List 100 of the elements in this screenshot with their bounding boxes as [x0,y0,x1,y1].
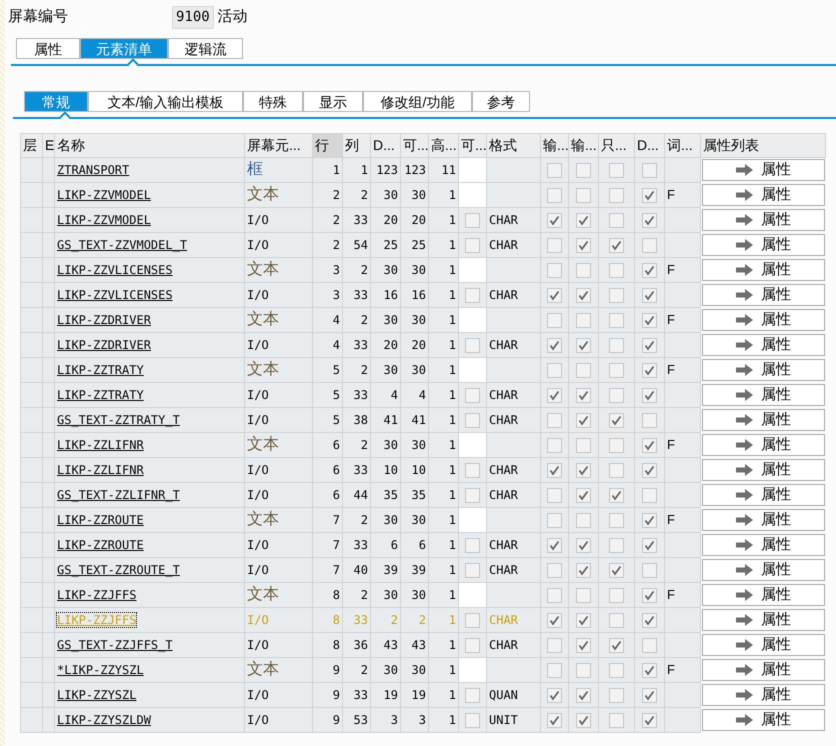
checkbox[interactable] [642,288,657,304]
checkbox[interactable] [547,513,562,528]
checkbox[interactable] [609,163,624,178]
checkbox[interactable] [465,563,480,578]
checkbox[interactable] [576,688,591,704]
attributes-button[interactable]: 属性 [702,409,824,431]
attributes-button[interactable]: 属性 [702,609,824,631]
column-header[interactable]: 屏幕元... [244,134,312,158]
checkbox[interactable] [465,713,480,728]
attributes-button[interactable]: 属性 [702,334,824,356]
checkbox[interactable] [609,488,624,504]
checkbox[interactable] [642,663,657,678]
attributes-button[interactable]: 属性 [702,259,824,281]
checkbox[interactable] [609,663,624,678]
checkbox[interactable] [609,363,624,378]
checkbox[interactable] [576,388,591,404]
column-header[interactable]: E [42,134,54,158]
checkbox[interactable] [609,388,624,404]
checkbox[interactable] [576,463,591,478]
checkbox[interactable] [609,513,624,528]
checkbox[interactable] [576,263,591,278]
checkbox[interactable] [465,238,480,254]
checkbox[interactable] [642,538,657,554]
tab[interactable]: 显示 [303,91,363,112]
checkbox[interactable] [576,513,591,528]
checkbox[interactable] [609,588,624,604]
checkbox[interactable] [547,263,562,278]
tab[interactable]: 修改组/功能 [363,91,472,112]
checkbox[interactable] [547,463,562,478]
column-header[interactable]: 行 [312,134,342,158]
checkbox[interactable] [547,313,562,328]
checkbox[interactable] [547,488,562,504]
checkbox[interactable] [642,638,657,654]
checkbox[interactable] [465,388,480,404]
column-header[interactable]: D... [370,134,400,158]
checkbox[interactable] [609,563,624,578]
checkbox[interactable] [547,538,562,554]
checkbox[interactable] [547,213,562,228]
checkbox[interactable] [609,438,624,454]
checkbox[interactable] [547,563,562,578]
checkbox[interactable] [642,613,657,628]
checkbox[interactable] [576,588,591,604]
column-header[interactable]: 属性列表 [700,134,826,158]
checkbox[interactable] [576,663,591,678]
column-header[interactable]: 只... [598,134,634,158]
attributes-button[interactable]: 属性 [702,284,824,306]
attributes-button[interactable]: 属性 [702,459,824,481]
checkbox[interactable] [465,488,480,504]
checkbox[interactable] [465,688,480,704]
attributes-button[interactable]: 属性 [702,209,824,231]
checkbox[interactable] [609,263,624,278]
checkbox[interactable] [642,238,657,254]
checkbox[interactable] [576,613,591,628]
checkbox[interactable] [642,338,657,354]
attributes-button[interactable]: 属性 [702,184,824,206]
checkbox[interactable] [642,213,657,228]
checkbox[interactable] [465,613,480,628]
checkbox[interactable] [547,588,562,604]
checkbox[interactable] [465,288,480,304]
checkbox[interactable] [547,613,562,628]
checkbox[interactable] [576,288,591,304]
attributes-button[interactable]: 属性 [702,709,824,731]
checkbox[interactable] [576,213,591,228]
tab[interactable]: 常规 [24,91,88,112]
checkbox[interactable] [547,663,562,678]
checkbox[interactable] [609,463,624,478]
checkbox[interactable] [547,188,562,204]
checkbox[interactable] [547,238,562,254]
attributes-button[interactable]: 属性 [702,509,824,531]
checkbox[interactable] [642,363,657,378]
checkbox[interactable] [547,638,562,654]
checkbox[interactable] [576,713,591,728]
column-header[interactable]: 可... [458,134,486,158]
checkbox[interactable] [576,313,591,328]
checkbox[interactable] [547,363,562,378]
column-header[interactable]: 层 [20,134,42,158]
checkbox[interactable] [609,238,624,254]
checkbox[interactable] [609,638,624,654]
tab[interactable]: 参考 [472,91,530,112]
checkbox[interactable] [642,488,657,504]
checkbox[interactable] [642,263,657,278]
checkbox[interactable] [609,688,624,704]
checkbox[interactable] [547,413,562,428]
checkbox[interactable] [547,438,562,454]
column-header[interactable]: 词... [664,134,700,158]
attributes-button[interactable]: 属性 [702,659,824,681]
checkbox[interactable] [642,388,657,404]
checkbox[interactable] [576,538,591,554]
attributes-button[interactable]: 属性 [702,634,824,656]
checkbox[interactable] [576,163,591,178]
checkbox[interactable] [609,538,624,554]
checkbox[interactable] [576,363,591,378]
checkbox[interactable] [547,688,562,704]
checkbox[interactable] [609,188,624,204]
checkbox[interactable] [642,188,657,204]
attributes-button[interactable]: 属性 [702,309,824,331]
checkbox[interactable] [609,413,624,428]
checkbox[interactable] [576,563,591,578]
checkbox[interactable] [576,188,591,204]
attributes-button[interactable]: 属性 [702,534,824,556]
